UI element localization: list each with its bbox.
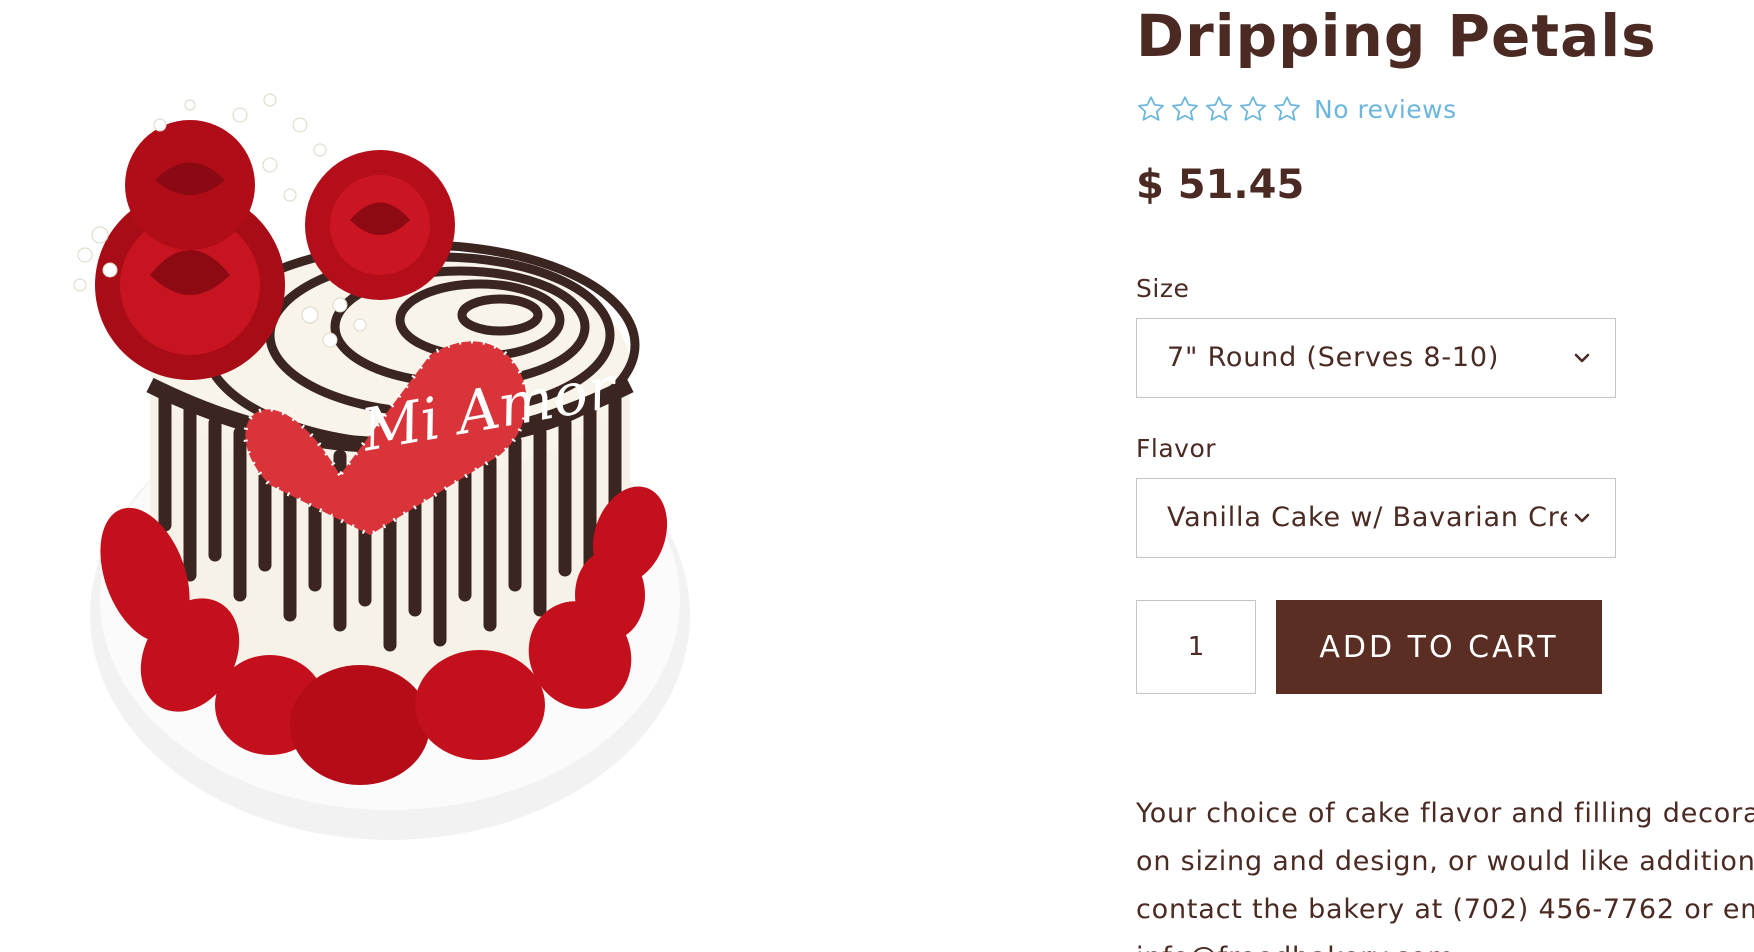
description-line: contact the bakery at (702) 456-7762 or … [1136, 894, 1754, 925]
size-selected-value: 7" Round (Serves 8-10) [1167, 342, 1500, 373]
product-page: Mi Amor Dripping Petals No reviews $ 51.… [0, 0, 1754, 952]
chevron-down-icon [1573, 349, 1591, 367]
flavor-label: Flavor [1136, 434, 1217, 463]
reviews-link[interactable]: No reviews [1314, 95, 1457, 124]
product-image[interactable]: Mi Amor [40, 55, 780, 915]
product-title: Dripping Petals [1136, 2, 1657, 70]
add-to-cart-button[interactable]: ADD TO CART [1276, 600, 1602, 694]
product-rating[interactable]: No reviews [1136, 92, 1457, 126]
description-line: info@freedbakery.com [1136, 934, 1754, 952]
product-price: $ 51.45 [1136, 162, 1305, 208]
product-details: Dripping Petals No reviews $ 51.45 Size … [1136, 0, 1754, 952]
star-rating [1136, 94, 1306, 124]
chevron-down-icon [1573, 509, 1591, 527]
star-outline-icon [1272, 94, 1302, 124]
size-label: Size [1136, 274, 1190, 303]
quantity-input[interactable] [1136, 600, 1256, 694]
product-description: Your choice of cake flavor and filling d… [1136, 790, 1754, 952]
star-outline-icon [1136, 94, 1166, 124]
description-line: Your choice of cake flavor and filling d… [1136, 798, 1754, 829]
description-line: on sizing and design, or would like addi… [1136, 846, 1754, 877]
star-outline-icon [1204, 94, 1234, 124]
star-outline-icon [1238, 94, 1268, 124]
size-select[interactable]: 7" Round (Serves 8-10) [1136, 318, 1616, 398]
flavor-select[interactable]: Vanilla Cake w/ Bavarian Cream [1136, 478, 1616, 558]
star-outline-icon [1170, 94, 1200, 124]
flavor-selected-value: Vanilla Cake w/ Bavarian Cream [1167, 502, 1567, 533]
